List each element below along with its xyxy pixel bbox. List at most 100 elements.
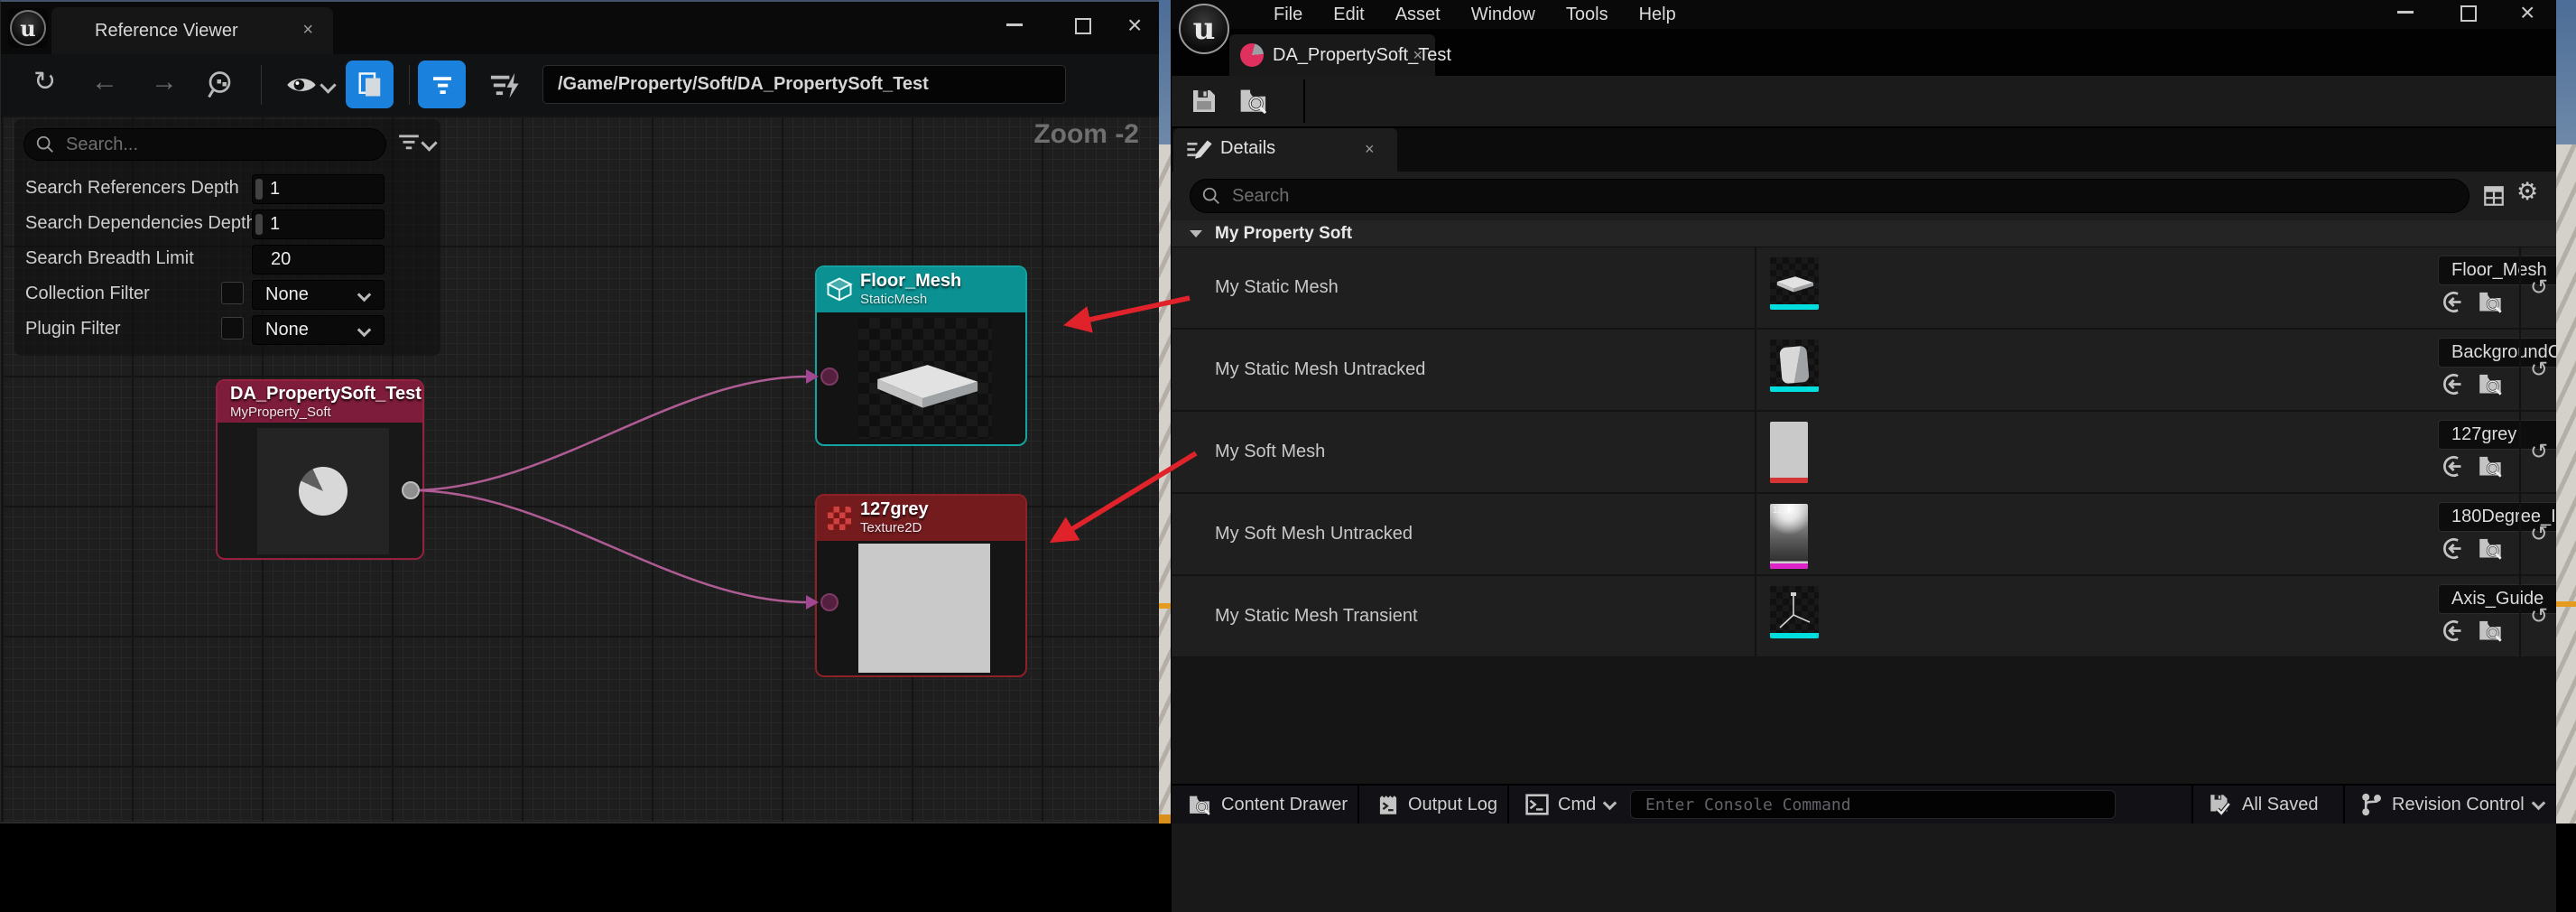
graph-node-floor-mesh[interactable]: Floor_Mesh StaticMesh bbox=[815, 265, 1027, 446]
menu-asset[interactable]: Asset bbox=[1380, 5, 1456, 25]
asset-path-field[interactable]: /Game/Property/Soft/DA_PropertySoft_Test bbox=[542, 65, 1066, 104]
menu-tools[interactable]: Tools bbox=[1551, 5, 1624, 25]
menu-window[interactable]: Window bbox=[1456, 5, 1551, 25]
plugin-filter-dropdown[interactable]: None bbox=[252, 315, 385, 345]
console-icon bbox=[1525, 794, 1549, 815]
content-drawer-button[interactable]: Content Drawer bbox=[1188, 786, 1348, 824]
node-thumbnail bbox=[858, 318, 992, 439]
menu-file[interactable]: File bbox=[1258, 5, 1318, 25]
drag-handle[interactable] bbox=[255, 214, 263, 235]
save-button[interactable] bbox=[1190, 87, 1219, 116]
forward-button[interactable]: → bbox=[151, 69, 178, 96]
property-label: My Static Mesh Transient bbox=[1215, 576, 1418, 656]
reference-graph-canvas[interactable]: Zoom -2 Search Referencers Depth bbox=[2, 116, 1159, 822]
collection-filter-checkbox[interactable] bbox=[221, 282, 244, 304]
graph-search-input[interactable] bbox=[64, 134, 347, 156]
show-options-chevron-icon[interactable] bbox=[320, 77, 336, 93]
cmd-selector[interactable]: Cmd bbox=[1525, 786, 1615, 824]
use-selected-asset-icon[interactable] bbox=[2441, 454, 2465, 479]
filters-button[interactable] bbox=[418, 60, 466, 108]
asset-type-color-bar bbox=[1770, 386, 1819, 392]
collection-filter-dropdown[interactable]: None bbox=[252, 280, 385, 310]
category-my-property-soft[interactable]: My Property Soft bbox=[1172, 220, 2556, 247]
output-log-button[interactable]: Output Log bbox=[1377, 786, 1497, 824]
menu-edit[interactable]: Edit bbox=[1318, 5, 1379, 25]
display-mode-button[interactable] bbox=[2482, 184, 2506, 208]
reset-to-default-icon[interactable]: ↺ bbox=[2530, 439, 2548, 465]
browse-to-asset-icon[interactable] bbox=[2478, 372, 2504, 396]
asset-type-color-bar bbox=[1770, 633, 1819, 638]
breadth-limit-input[interactable]: 20 bbox=[252, 245, 385, 275]
tab-da-propertysoft-test[interactable]: DA_PropertySoft_Test × bbox=[1229, 34, 1435, 76]
tab-details[interactable]: Details × bbox=[1173, 128, 1397, 172]
close-button[interactable]: × bbox=[1127, 13, 1142, 38]
reset-to-default-icon[interactable]: ↺ bbox=[2530, 357, 2548, 383]
tab-close-icon[interactable]: × bbox=[1413, 46, 1422, 64]
graph-node-da-propertysoft-test[interactable]: DA_PropertySoft_Test MyProperty_Soft bbox=[216, 379, 424, 560]
maximize-button[interactable] bbox=[1075, 18, 1091, 34]
dependencies-depth-input[interactable]: 1 bbox=[252, 209, 385, 239]
tab-close-icon[interactable]: × bbox=[1365, 140, 1375, 158]
graph-node-127grey[interactable]: 127grey Texture2D bbox=[815, 494, 1027, 677]
browse-to-asset-icon[interactable] bbox=[2478, 619, 2504, 643]
maximize-button[interactable] bbox=[2460, 5, 2477, 22]
tab-close-icon[interactable]: × bbox=[302, 21, 313, 39]
asset-thumbnail[interactable]: 180 bbox=[1770, 504, 1808, 569]
refresh-button[interactable]: ↻ bbox=[33, 69, 56, 96]
property-row: My Static Mesh Transient Axis_Guide bbox=[1172, 576, 2556, 658]
graph-settings-panel: Search Referencers Depth 1 Search Depend… bbox=[14, 119, 440, 356]
setting-label: Search Dependencies Depth bbox=[25, 213, 256, 234]
browse-to-asset-icon[interactable] bbox=[2478, 290, 2504, 314]
browse-to-asset-icon[interactable] bbox=[2478, 454, 2504, 479]
asset-thumbnail[interactable] bbox=[1770, 340, 1819, 392]
use-selected-asset-icon[interactable] bbox=[2441, 290, 2465, 314]
setting-label: Collection Filter bbox=[25, 284, 150, 304]
plugin-filter-checkbox[interactable] bbox=[221, 317, 244, 340]
asset-editor-window: File Edit Asset Window Tools Help u × DA… bbox=[1171, 0, 2556, 824]
use-selected-asset-icon[interactable] bbox=[2441, 536, 2465, 561]
tab-reference-viewer[interactable]: Reference Viewer × bbox=[51, 7, 333, 54]
revision-control-label: Revision Control bbox=[2392, 795, 2525, 815]
chevron-down-icon bbox=[2531, 796, 2545, 810]
duplicate-view-button[interactable] bbox=[346, 60, 394, 108]
details-search-input[interactable] bbox=[1230, 185, 2247, 208]
asset-thumbnail[interactable] bbox=[1770, 422, 1808, 483]
details-search-box[interactable] bbox=[1190, 179, 2469, 213]
use-selected-asset-icon[interactable] bbox=[2441, 372, 2465, 396]
back-button[interactable]: ← bbox=[91, 69, 118, 96]
drag-handle[interactable] bbox=[255, 179, 263, 200]
asset-thumbnail[interactable] bbox=[1770, 586, 1819, 638]
property-label: My Soft Mesh bbox=[1215, 412, 1325, 492]
console-command-box[interactable] bbox=[1630, 790, 2116, 819]
panel-collapse-chevron-icon[interactable] bbox=[421, 135, 437, 151]
browse-to-asset-icon[interactable] bbox=[2478, 536, 2504, 561]
settings-gear-icon[interactable]: ⚙ bbox=[2516, 178, 2538, 206]
static-mesh-cube-icon bbox=[826, 277, 853, 302]
graph-search-box[interactable] bbox=[23, 128, 386, 161]
asset-thumbnail[interactable] bbox=[1770, 257, 1819, 310]
revision-control-button[interactable]: Revision Control bbox=[2359, 786, 2544, 824]
reset-to-default-icon[interactable]: ↺ bbox=[2530, 275, 2548, 301]
zoom-to-fit-button[interactable] bbox=[205, 69, 237, 101]
console-command-input[interactable] bbox=[1644, 795, 2095, 815]
menu-help[interactable]: Help bbox=[1624, 5, 1691, 25]
autofilter-button[interactable] bbox=[488, 69, 523, 101]
close-button[interactable]: × bbox=[2520, 0, 2534, 25]
unreal-logo: u bbox=[8, 8, 48, 48]
all-saved-button[interactable]: All Saved bbox=[2208, 786, 2319, 824]
reset-to-default-icon[interactable]: ↺ bbox=[2530, 521, 2548, 547]
asset-tab-row: DA_PropertySoft_Test × Asset Type: MyPro… bbox=[1172, 29, 2556, 76]
minimize-button[interactable] bbox=[1006, 23, 1023, 26]
minimize-button[interactable] bbox=[2397, 11, 2414, 14]
use-selected-asset-icon[interactable] bbox=[2441, 619, 2465, 643]
setting-value: 20 bbox=[271, 249, 291, 270]
show-options-button[interactable] bbox=[286, 74, 317, 96]
panel-filter-icon[interactable] bbox=[397, 132, 421, 152]
category-expand-caret-icon bbox=[1190, 230, 1202, 237]
reset-to-default-icon[interactable]: ↺ bbox=[2530, 603, 2548, 629]
browse-to-asset-button[interactable] bbox=[1238, 87, 1269, 116]
referencers-depth-input[interactable]: 1 bbox=[252, 174, 385, 204]
status-bar: Content Drawer Output Log Cmd bbox=[1172, 784, 2556, 824]
details-pencil-icon bbox=[1186, 138, 1213, 162]
left-toolbar: ↻ ← → bbox=[1, 54, 1159, 116]
